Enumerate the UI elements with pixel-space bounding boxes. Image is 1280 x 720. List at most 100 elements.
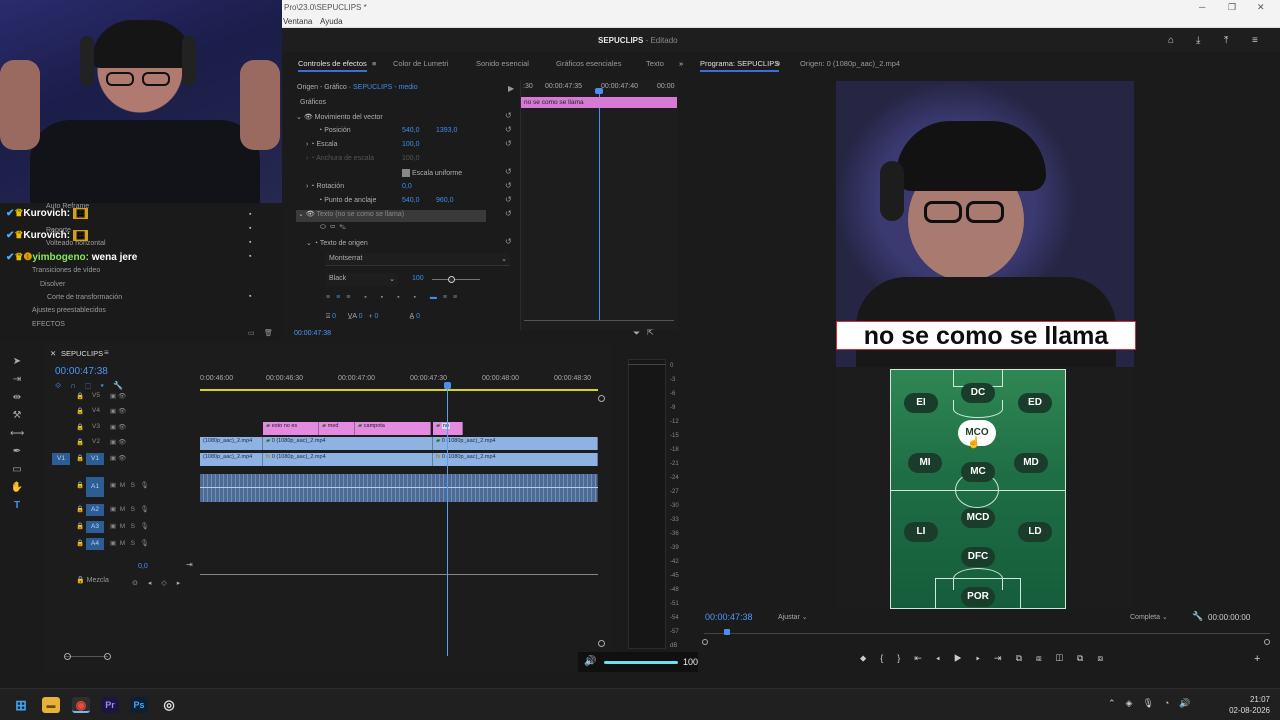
shape-tools[interactable]: ⬭ ▭ ✎ bbox=[320, 224, 346, 236]
volume-slider[interactable] bbox=[604, 661, 678, 664]
tab-lumetri[interactable]: Color de Lumetri bbox=[393, 59, 448, 68]
share-icon[interactable]: ⤒ bbox=[1224, 35, 1236, 46]
font-size-field[interactable]: 100 bbox=[412, 275, 424, 287]
export-icon[interactable]: ⇱ bbox=[647, 328, 654, 337]
menu-ayuda[interactable]: Ayuda bbox=[320, 17, 343, 26]
clip-v2[interactable]: (1080p_aac)_2.mp4 bbox=[200, 437, 263, 450]
windows-start-icon[interactable]: ⊞ bbox=[12, 697, 30, 713]
position-li[interactable]: LI bbox=[904, 522, 938, 542]
v-scroll-end[interactable] bbox=[598, 640, 605, 647]
reset-icon[interactable]: ↺ bbox=[505, 125, 512, 134]
wrench-icon[interactable]: 🔧 bbox=[1192, 611, 1203, 622]
workspace-icon[interactable]: ⌂ bbox=[1168, 35, 1180, 46]
ripple-edit-icon[interactable]: ⇹ bbox=[10, 392, 24, 406]
clip-v1[interactable]: fx 0 (1080p_aac)_2.mp4 bbox=[433, 453, 598, 466]
tab-text[interactable]: Texto bbox=[646, 59, 664, 68]
clip-v1[interactable]: fx 0 (1080p_aac)_2.mp4 bbox=[263, 453, 433, 466]
anchor-y-field[interactable]: 960,0 bbox=[436, 197, 454, 209]
font-size-slider-thumb[interactable] bbox=[448, 276, 455, 283]
clip-v1[interactable]: (1080p_aac)_2.mp4 bbox=[200, 453, 263, 466]
track-v1[interactable]: V1 🔒 V1 ▣ 👁 bbox=[44, 452, 200, 467]
premiere-icon[interactable]: Pr bbox=[101, 697, 119, 713]
position-dfc[interactable]: DFC bbox=[961, 547, 995, 567]
vector-motion[interactable]: ⌄ 👁 Movimiento del vector bbox=[296, 113, 383, 125]
mix-end-icon[interactable]: ⇥ bbox=[186, 560, 193, 569]
track-a1[interactable]: 🔒 A1 ▣ M S 🎙 bbox=[44, 472, 200, 502]
fit-select[interactable]: Ajustar ⌄ bbox=[778, 613, 808, 621]
timeline-timecode[interactable]: 00:00:47:38 bbox=[55, 366, 108, 377]
track-v3[interactable]: 🔒 V3 ▣ 👁 bbox=[44, 421, 200, 436]
tab-effect-controls[interactable]: Controles de efectos bbox=[298, 59, 367, 72]
tab-essential-sound[interactable]: Sonido esencial bbox=[476, 59, 529, 68]
hand-icon[interactable]: ✋ bbox=[10, 482, 24, 496]
reset-icon[interactable]: ↺ bbox=[505, 195, 512, 204]
subtitle-text[interactable]: no se como se llama bbox=[836, 321, 1136, 350]
rotation-field[interactable]: 0,0 bbox=[402, 183, 412, 195]
font-style-select[interactable]: Black ⌄ bbox=[326, 273, 398, 286]
mix-controls[interactable]: ⊙◂◇▸ bbox=[132, 579, 190, 587]
system-tray-icons[interactable]: ⌃◈🎙◔🔊 bbox=[1108, 698, 1201, 709]
work-area-bar[interactable] bbox=[200, 389, 598, 391]
bin-item[interactable]: EFECTOS bbox=[32, 321, 65, 328]
track-a4[interactable]: 🔒 A4 ▣ M S 🎙 bbox=[44, 537, 200, 552]
scale-field[interactable]: 100,0 bbox=[402, 141, 420, 153]
clock[interactable]: 21:07 02-08-2026 bbox=[1229, 694, 1270, 716]
text-layer[interactable]: ⌄ 👁 Texto (no se como se llama) bbox=[296, 210, 486, 222]
clip-a1[interactable] bbox=[200, 474, 598, 502]
clip-v2[interactable]: ▰ 0 (1080p_aac)_2.mp4 bbox=[263, 437, 433, 450]
position-dc[interactable]: DC bbox=[961, 383, 995, 403]
menu-icon[interactable]: ≡ bbox=[776, 59, 780, 68]
type-tool-icon[interactable]: T bbox=[10, 500, 24, 514]
menu-icon[interactable]: ≡ bbox=[104, 348, 109, 357]
reset-icon[interactable]: ↺ bbox=[505, 167, 512, 176]
clip-v3[interactable]: ▰ campota bbox=[355, 422, 431, 435]
clip-v3[interactable]: ▰ med bbox=[319, 422, 355, 435]
mix-value[interactable]: 0,0 bbox=[138, 563, 148, 570]
program-playhead[interactable] bbox=[724, 629, 730, 635]
program-timecode[interactable]: 00:00:47:38 bbox=[705, 612, 753, 622]
minimize-icon[interactable]: ─ bbox=[1199, 2, 1205, 12]
slip-icon[interactable]: ⟷ bbox=[10, 428, 24, 442]
position-md[interactable]: MD bbox=[1014, 453, 1048, 473]
bin-item[interactable]: Disolver bbox=[40, 281, 65, 288]
position-x-field[interactable]: 540,0 bbox=[402, 127, 420, 139]
position-mi[interactable]: MI bbox=[908, 453, 942, 473]
file-explorer-icon[interactable]: ▬ bbox=[42, 697, 60, 713]
obs-icon[interactable]: ◎ bbox=[160, 697, 178, 713]
select-tool-icon[interactable]: ➤ bbox=[10, 356, 24, 370]
bin-item[interactable]: Ajustes preestablecidos bbox=[32, 307, 106, 314]
reset-icon[interactable]: ↺ bbox=[505, 111, 512, 120]
track-v2[interactable]: 🔒 V2 ▣ 👁 bbox=[44, 436, 200, 451]
trash-icon[interactable]: 🗑 bbox=[264, 329, 273, 337]
more-tabs-icon[interactable]: » bbox=[679, 59, 683, 68]
menu-icon[interactable]: ≡ bbox=[372, 59, 376, 68]
clip-v3[interactable]: ▰ esto no es bbox=[263, 422, 319, 435]
ec-scroll[interactable] bbox=[524, 320, 674, 321]
clip-v2[interactable]: ▰ 0 (1080p_aac)_2.mp4 bbox=[433, 437, 598, 450]
h-scroll-handle[interactable] bbox=[64, 653, 71, 660]
restore-icon[interactable]: ❐ bbox=[1228, 2, 1236, 13]
ec-clip[interactable]: no se como se llama bbox=[521, 97, 677, 108]
position-y-field[interactable]: 1393,0 bbox=[436, 127, 457, 139]
close-icon[interactable]: ✕ bbox=[50, 349, 56, 358]
anchor-x-field[interactable]: 540,0 bbox=[402, 197, 420, 209]
uniform-scale-checkbox[interactable]: Escala uniforme bbox=[402, 169, 462, 181]
tab-essential-graphics[interactable]: Gráficos esenciales bbox=[556, 59, 621, 68]
add-button-icon[interactable]: + bbox=[1254, 653, 1260, 665]
close-icon[interactable]: ✕ bbox=[1257, 2, 1265, 13]
clip-v3[interactable]: ▰ no bbox=[433, 422, 463, 435]
reset-icon[interactable]: ↺ bbox=[505, 209, 512, 218]
tab-source[interactable]: Origen: 0 (1080p_aac)_2.mp4 bbox=[800, 59, 900, 68]
position-ed[interactable]: ED bbox=[1018, 393, 1052, 413]
menu-ventana[interactable]: Ventana bbox=[283, 17, 312, 26]
razor-icon[interactable]: ⚒ bbox=[10, 410, 24, 424]
photoshop-icon[interactable]: Ps bbox=[130, 697, 148, 713]
timeline-sequence-tab[interactable]: SEPUCLIPS bbox=[61, 349, 103, 358]
reset-icon[interactable]: ↺ bbox=[505, 139, 512, 148]
ec-timecode[interactable]: 00:00:47:38 bbox=[294, 330, 331, 342]
track-v5[interactable]: 🔒 V5 ▣ 👁 bbox=[44, 390, 200, 405]
speaker-icon[interactable]: 🔊 bbox=[584, 656, 596, 667]
program-scrubber[interactable] bbox=[704, 633, 1270, 637]
text-align-buttons[interactable]: ≡≡≡ ▪ ▪ ▪ ▪ ▬≡≡ bbox=[326, 294, 463, 306]
tab-program[interactable]: Programa: SEPUCLIPS bbox=[700, 59, 780, 72]
